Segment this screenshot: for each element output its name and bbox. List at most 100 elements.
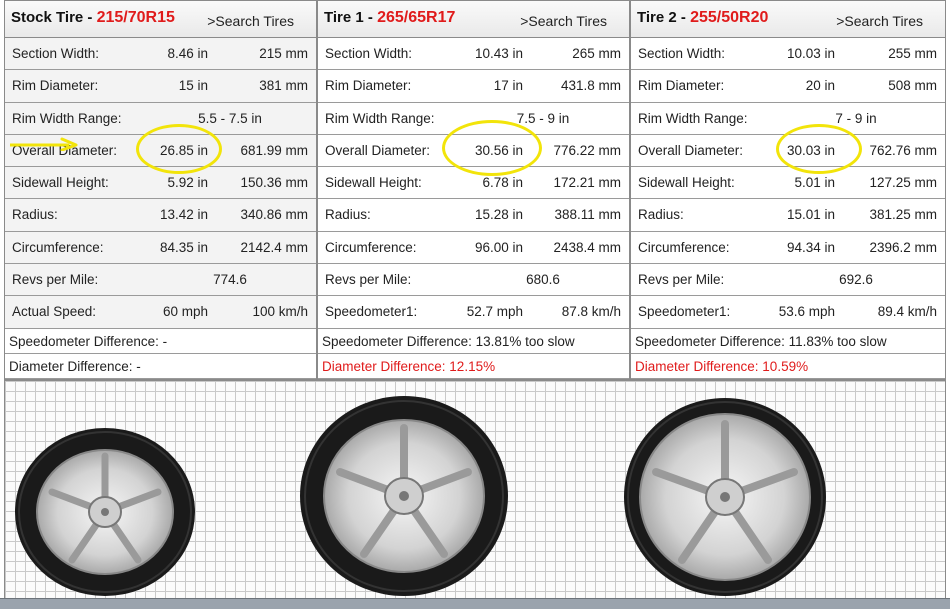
row-label: Speedometer1: [325,304,418,320]
sidewall-height-row: Sidewall Height: 5.92 in 150.36 mm [5,167,316,200]
speedometer-difference-row: Speedometer Difference: 11.83% too slow [631,329,945,354]
row-label: Rim Width Range: [638,110,748,126]
sidewall-height-row: Sidewall Height: 5.01 in 127.25 mm [631,167,945,200]
speedometer-difference-row: Speedometer Difference: 13.81% too slow [318,329,629,354]
value-in: 15 in [178,78,208,94]
value-center: 5.5 - 7.5 in [198,110,262,126]
row-label: Revs per Mile: [325,272,412,288]
value-kmh: 100 km/h [252,304,308,320]
value-in: 17 in [493,78,523,94]
radius-row: Radius: 15.28 in 388.11 mm [318,199,629,232]
revs-per-mile-row: Revs per Mile: 680.6 [318,264,629,297]
value-mm: 215 mm [259,46,308,61]
value-in: 26.85 in [159,142,208,158]
value-mm: 381 mm [259,78,308,94]
speedometer-row: Speedometer1: 53.6 mph 89.4 km/h [631,296,945,329]
row-label: Revs per Mile: [12,272,99,288]
row-label: Circumference: [12,239,104,255]
value-in: 30.56 in [474,142,523,158]
diameter-difference-row: Diameter Difference: 12.15% [318,354,629,379]
search-tires-link[interactable]: >Search Tires [520,13,607,29]
search-tires-link[interactable]: >Search Tires [207,13,294,29]
section-width-row: Section Width: 10.03 in 255 mm [631,38,945,71]
value-mm: 2396.2 mm [869,239,937,255]
value-mm: 255 mm [888,46,937,61]
speedometer-difference: Speedometer Difference: 13.81% too slow [322,333,575,349]
row-label: Speedometer1: [638,304,731,320]
diameter-difference: Diameter Difference: 12.15% [322,358,496,374]
diameter-difference: Diameter Difference: 10.59% [635,358,809,374]
value-in: 20 in [805,78,835,94]
value-in: 10.03 in [786,46,835,61]
value-center: 7 - 9 in [835,110,877,126]
value-kmh: 89.4 km/h [877,304,937,320]
section-width-row: Section Width: 8.46 in 215 mm [5,38,316,71]
tire-size: 255/50R20 [690,9,769,26]
rim-width-range-row: Rim Width Range: 5.5 - 7.5 in [5,102,316,135]
sidewall-height-row: Sidewall Height: 6.78 in 172.21 mm [318,167,629,200]
value-mm: 681.99 mm [240,142,308,158]
column-header: Stock Tire - 215/70R15 >Search Tires [5,1,316,38]
tire-2-column: Tire 2 - 255/50R20 >Search Tires Section… [630,0,946,380]
value-in: 6.78 in [482,175,523,191]
column-title: Stock Tire - 215/70R15 [11,9,175,27]
value-mm: 762.76 mm [869,142,937,158]
revs-per-mile-row: Revs per Mile: 774.6 [5,264,316,297]
value-in: 8.46 in [167,46,208,61]
circumference-row: Circumference: 94.34 in 2396.2 mm [631,232,945,265]
value-mph: 60 mph [162,304,208,320]
value-mm: 2438.4 mm [553,239,621,255]
row-label: Revs per Mile: [638,272,725,288]
value-center: 7.5 - 9 in [516,110,570,126]
value-in: 15.01 in [786,207,835,223]
row-label: Sidewall Height: [12,175,109,191]
rim-diameter-row: Rim Diameter: 20 in 508 mm [631,70,945,103]
value-mm: 508 mm [888,78,937,94]
value-in: 96.00 in [474,239,523,255]
row-label: Radius: [638,207,684,223]
value-mm: 381.25 mm [869,207,937,223]
overall-diameter-row: Overall Diameter: 30.03 in 762.76 mm [631,135,945,168]
value-center: 680.6 [526,272,560,288]
value-in: 5.92 in [167,175,208,191]
row-label: Sidewall Height: [638,175,735,191]
value-mph: 52.7 mph [466,304,523,320]
value-mm: 431.8 mm [560,78,621,94]
rim-width-range-row: Rim Width Range: 7.5 - 9 in [318,103,629,135]
column-title-text: Tire 2 - [637,9,691,26]
value-in: 15.28 in [474,207,523,223]
column-title-text: Tire 1 - [324,9,378,26]
value-in: 84.35 in [159,239,208,255]
radius-row: Radius: 15.01 in 381.25 mm [631,199,945,232]
value-mm: 340.86 mm [240,207,308,223]
value-center: 692.6 [839,272,873,288]
row-label: Section Width: [638,46,726,61]
row-label: Circumference: [638,239,730,255]
row-label: Actual Speed: [12,304,97,320]
value-mm: 172.21 mm [553,175,621,191]
circumference-row: Circumference: 96.00 in 2438.4 mm [318,232,629,265]
value-mm: 388.11 mm [554,207,621,223]
row-label: Overall Diameter: [638,142,744,158]
rim-width-range-row: Rim Width Range: 7 - 9 in [631,103,945,135]
tire-size: 215/70R15 [96,9,175,26]
value-in: 94.34 in [786,239,835,255]
value-mph: 53.6 mph [778,304,835,320]
horizontal-scrollbar[interactable] [0,598,950,609]
overall-diameter-row: Overall Diameter: 30.56 in 776.22 mm [318,135,629,168]
tire-size: 265/65R17 [377,9,456,26]
revs-per-mile-row: Revs per Mile: 692.6 [631,264,945,297]
speedometer-difference: Speedometer Difference: 11.83% too slow [635,333,887,349]
value-mm: 2142.4 mm [240,239,308,255]
column-title-text: Stock Tire - [11,9,97,26]
row-label: Rim Diameter: [638,78,725,94]
column-title: Tire 2 - 255/50R20 [637,9,768,27]
search-tires-link[interactable]: >Search Tires [836,13,923,29]
row-label: Radius: [12,207,58,223]
tire-1-column: Tire 1 - 265/65R17 >Search Tires Section… [317,0,630,380]
speed-row: Actual Speed: 60 mph 100 km/h [5,296,316,329]
rim-diameter-row: Rim Diameter: 17 in 431.8 mm [318,70,629,103]
row-label: Rim Diameter: [12,78,99,94]
tire-wheel-icon [624,398,826,596]
value-mm: 127.25 mm [869,175,937,191]
